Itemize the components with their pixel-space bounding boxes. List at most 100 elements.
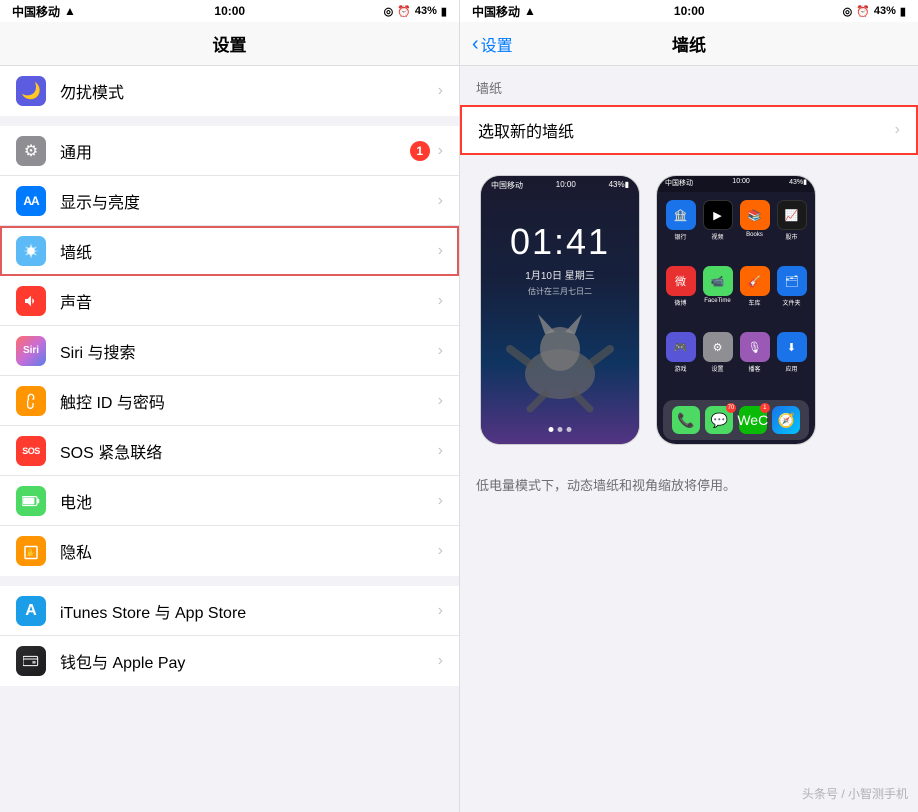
home-carrier-text: 中国移动 [665,178,693,190]
right-nav-title: 墙纸 [672,31,706,56]
lock-dot-3 [567,427,572,432]
carrier-text: 中国移动 [12,3,60,20]
settings-item-wallpaper[interactable]: 墙纸 › [0,226,459,276]
wallpaper-note: 低电量模式下，动态墙纸和视角缩放将停用。 [460,465,918,507]
right-carrier: 中国移动 [472,3,520,20]
lock-carrier: 中国移动 [491,180,523,191]
lock-screen-preview[interactable]: 中国移动 10:00 43%▮ 01:41 1月10日 星期三 估计在三月七日二 [480,175,640,445]
right-alarm-icon: ⏰ [856,5,870,18]
home-app-grid: 🏦 银行 ▶ 视频 📚 Books 📈 股 [657,192,815,396]
app-games[interactable]: 🎮 游戏 [665,332,696,392]
app-icon-files: 🗂 [777,266,807,296]
sos-chevron: › [438,442,443,460]
right-panel: 中国移动 ▲ 10:00 ◎ ⏰ 43% ▮ ‹ 设置 墙纸 墙纸 选取新的墙纸… [459,0,918,812]
app-podcasts[interactable]: 🎙 播客 [739,332,770,392]
settings-item-sos[interactable]: SOS SOS 紧急联络 › [0,426,459,476]
settings-item-sounds[interactable]: 声音 › [0,276,459,326]
app-weibo[interactable]: 微 微博 [665,266,696,326]
watermark: 头条号 / 小智测手机 [802,785,908,802]
itunes-chevron: › [438,602,443,620]
app-icon-settings: ⚙ [703,332,733,362]
touch-icon [16,386,46,416]
wechat-badge: 1 [760,403,770,413]
battery-text: 43% [415,5,437,17]
left-content: 🌙 勿扰模式 › ⚙ 通用 1 › AA 显示与亮度 › [0,66,459,812]
general-chevron: › [438,142,443,160]
app-facetime[interactable]: 📹 FaceTime [702,266,733,326]
touch-label: 触控 ID 与密码 [60,389,438,413]
lock-status-bar: 中国移动 10:00 43%▮ [481,180,639,191]
siri-icon: Siri [16,336,46,366]
battery-label: 电池 [60,489,438,513]
settings-item-general[interactable]: ⚙ 通用 1 › [0,126,459,176]
app-icon-games: 🎮 [666,332,696,362]
lock-time-display: 01:41 [510,221,610,263]
wallpaper-cat-image [500,294,620,414]
touch-chevron: › [438,392,443,410]
dnd-icon: 🌙 [16,76,46,106]
wallpaper-label: 墙纸 [60,239,438,263]
app-icon-yinhang: 🏦 [666,200,696,230]
settings-item-siri[interactable]: Siri Siri 与搜索 › [0,326,459,376]
right-wifi-icon: ▲ [524,4,536,18]
settings-item-battery[interactable]: 电池 › [0,476,459,526]
app-settings[interactable]: ⚙ 设置 [702,332,733,392]
section-gap-1 [0,116,459,126]
itunes-label: iTunes Store 与 App Store [60,599,438,623]
settings-item-wallet[interactable]: 钱包与 Apple Pay › [0,636,459,686]
choose-wallpaper-row[interactable]: 选取新的墙纸 › [460,105,918,155]
back-button[interactable]: ‹ 设置 [472,32,513,56]
lock-screen-bg: 中国移动 10:00 43%▮ 01:41 1月10日 星期三 估计在三月七日二 [481,176,639,444]
svg-text:✋: ✋ [26,547,36,557]
dnd-label: 勿扰模式 [60,79,438,103]
settings-item-dnd[interactable]: 🌙 勿扰模式 › [0,66,459,116]
itunes-icon: A [16,596,46,626]
messages-badge: 70 [726,403,737,413]
wallpaper-choose-container: 选取新的墙纸 › [460,105,918,155]
dnd-chevron: › [438,82,443,100]
app-icon-weibo: 微 [666,266,696,296]
sos-label: SOS 紧急联络 [60,439,438,463]
choose-wallpaper-chevron: › [895,121,900,139]
dock-wechat[interactable]: WeC 1 [739,406,767,434]
app-books[interactable]: 📚 Books [739,200,770,260]
app-icon-video: ▶ [703,200,733,230]
app-icon-books: 📚 [740,200,770,230]
app-stocks[interactable]: 📈 股市 [776,200,807,260]
settings-item-itunes[interactable]: A iTunes Store 与 App Store › [0,586,459,636]
home-screen-preview[interactable]: 中国移动 10:00 43%▮ 🏦 银行 ▶ 视频 [656,175,816,445]
settings-item-display[interactable]: AA 显示与亮度 › [0,176,459,226]
dock-safari[interactable]: 🧭 [772,406,800,434]
app-appstore[interactable]: ⬇ 应用 [776,332,807,392]
right-battery-text: 43% [874,5,896,17]
left-time: 10:00 [214,4,245,18]
left-panel: 中国移动 ▲ 10:00 ◎ ⏰ 43% ▮ 设置 🌙 勿扰模式 › ⚙ [0,0,459,812]
home-screen-bg: 中国移动 10:00 43%▮ 🏦 银行 ▶ 视频 [657,176,815,444]
battery-icon-item [16,486,46,516]
dock-messages[interactable]: 💬 70 [705,406,733,434]
home-battery-text: 43%▮ [789,178,807,190]
right-status-left: 中国移动 ▲ [472,3,536,20]
left-nav-bar: 设置 [0,22,459,66]
right-battery-icon: ▮ [900,5,906,18]
privacy-chevron: › [438,542,443,560]
sounds-icon [16,286,46,316]
section-gap-2 [0,576,459,586]
wallet-label: 钱包与 Apple Pay [60,649,438,673]
sounds-chevron: › [438,292,443,310]
app-video[interactable]: ▶ 视频 [702,200,733,260]
settings-item-touch[interactable]: 触控 ID 与密码 › [0,376,459,426]
lock-page-dots [549,427,572,432]
choose-wallpaper-label: 选取新的墙纸 [478,118,895,142]
wallpaper-icon [16,236,46,266]
lock-date-display: 1月10日 星期三 [525,267,594,282]
settings-item-privacy[interactable]: ✋ 隐私 › [0,526,459,576]
app-garage[interactable]: 🎸 车库 [739,266,770,326]
wallpaper-section-label: 墙纸 [460,66,918,105]
settings-section-store: A iTunes Store 与 App Store › 钱包与 Apple P… [0,586,459,686]
dock-phone[interactable]: 📞 [672,406,700,434]
app-yinhang[interactable]: 🏦 银行 [665,200,696,260]
siri-label: Siri 与搜索 [60,339,438,363]
general-icon: ⚙ [16,136,46,166]
app-files[interactable]: 🗂 文件夹 [776,266,807,326]
